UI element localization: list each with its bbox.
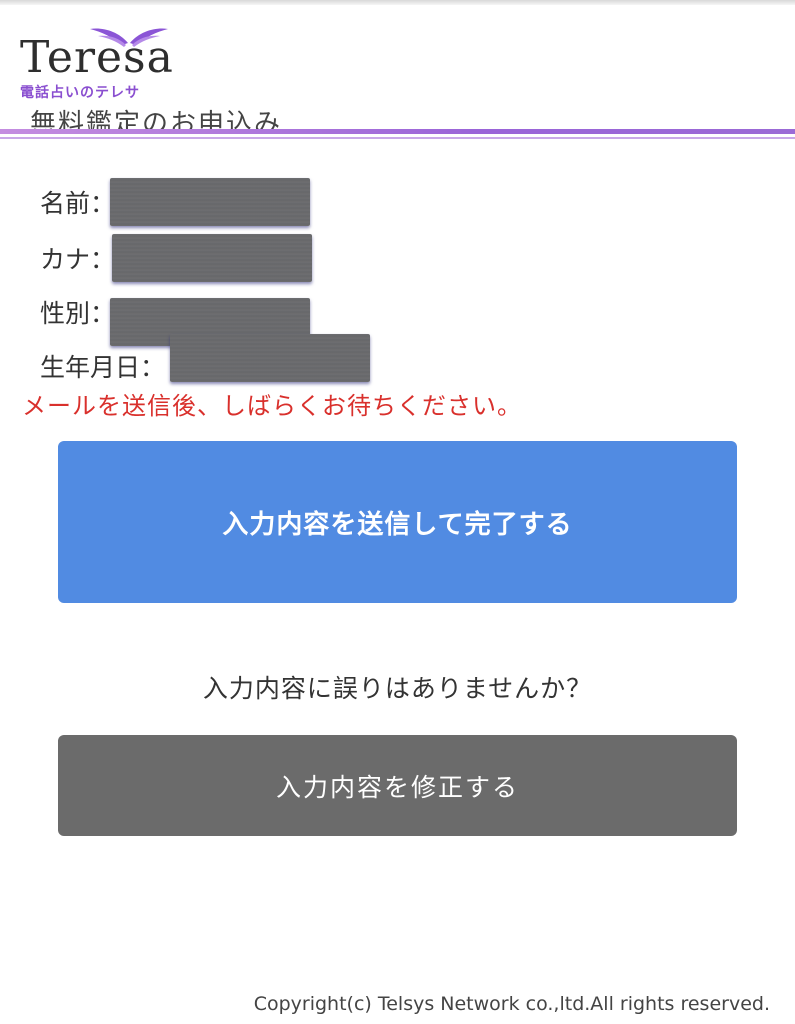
field-kana: カナ：: [40, 234, 440, 288]
field-name: 名前：: [40, 178, 440, 232]
page: Teresa 電話占いのテレサ 無料鑑定のお申込み 名前： カナ： 性別： 生年…: [0, 0, 795, 1024]
teresa-logo[interactable]: Teresa 電話占いのテレサ: [20, 23, 173, 101]
field-birthday: 生年月日：: [40, 334, 440, 396]
submit-button[interactable]: 入力内容を送信して完了する: [58, 441, 737, 603]
field-label-birthday: 生年月日：: [40, 353, 166, 382]
edit-button[interactable]: 入力内容を修正する: [58, 735, 737, 836]
field-label-kana: カナ：: [40, 245, 116, 274]
header-divider: [0, 129, 795, 134]
redacted-value: [110, 178, 310, 226]
field-label-gender: 性別：: [40, 299, 116, 328]
cut-off-heading: 無料鑑定のお申込み: [30, 109, 283, 129]
header-divider-thin: [0, 137, 795, 139]
field-label-name: 名前：: [40, 189, 116, 218]
logo-subtitle: 電話占いのテレサ: [20, 85, 140, 101]
logo-wordmark: Teresa: [20, 32, 174, 83]
redacted-value: [112, 234, 312, 282]
confirm-question: 入力内容に誤りはありませんか？: [202, 674, 593, 703]
copyright-text: Copyright(c) Telsys Network co.,ltd.All …: [253, 993, 770, 1015]
notice-text: メールを送信後、しばらくお待ちください。: [22, 392, 522, 420]
redacted-value: [170, 334, 370, 382]
site-header: Teresa 電話占いのテレサ 無料鑑定のお申込み: [0, 5, 795, 129]
